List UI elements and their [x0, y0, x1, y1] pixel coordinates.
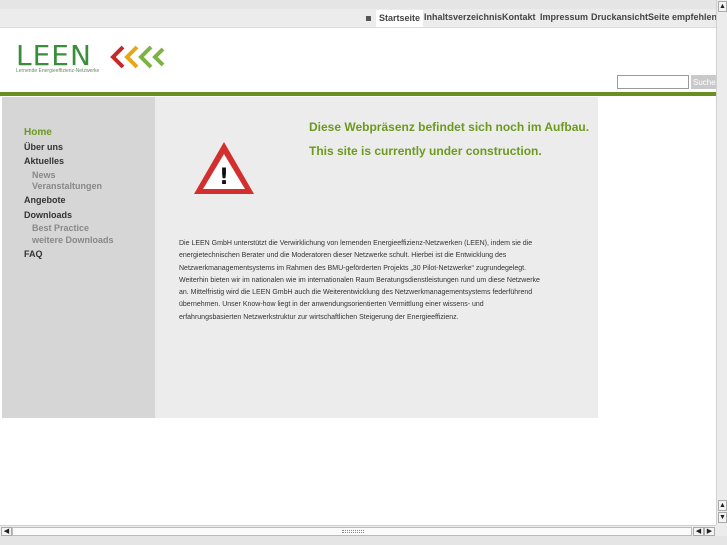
intro-line: Netzwerkmanagementsystems im Rahmen des …: [179, 264, 527, 272]
intro-line: Die LEEN GmbH unterstützt die Verwirklic…: [179, 240, 533, 247]
sidebar-subitem-best-practice[interactable]: Best Practice: [32, 223, 89, 233]
header-divider: [0, 92, 716, 96]
sidebar-item-angebote[interactable]: Angebote: [24, 195, 66, 205]
scroll-grip-icon: [342, 530, 364, 533]
intro-line: an. Mittelfristig wird die LEEN GmbH auc…: [179, 289, 533, 297]
scroll-left-icon[interactable]: ◀: [1, 527, 12, 536]
scroll-left-secondary-icon[interactable]: ◀: [693, 527, 704, 536]
nav-kontakt[interactable]: Kontakt: [502, 12, 536, 22]
browser-viewport: Startseite Inhaltsverzeichnis Kontakt Im…: [0, 0, 716, 525]
scroll-up-icon[interactable]: ▲: [718, 1, 727, 12]
top-navigation: Startseite Inhaltsverzeichnis Kontakt Im…: [0, 9, 716, 28]
nav-druckansicht[interactable]: Druckansicht: [591, 12, 648, 22]
intro-line: Weiterhin bieten wir im nationalen wie i…: [179, 276, 540, 284]
sidebar-subitem-veranstaltungen[interactable]: Veranstaltungen: [32, 181, 102, 191]
sidebar-item-downloads[interactable]: Downloads: [24, 210, 72, 220]
headline-german: Diese Webpräsenz befindet sich noch im A…: [309, 120, 590, 134]
warning-exclamation: !: [219, 165, 229, 190]
bottom-strip: [0, 536, 727, 545]
sidebar-item-ueber-uns[interactable]: Über uns: [24, 142, 63, 152]
horizontal-scroll-thumb[interactable]: [12, 527, 692, 536]
leen-logo[interactable]: LEEN Lernende Energieeffizienz-Netzwerke: [16, 39, 165, 76]
intro-line: erfahrungsbasierten Netzwerkstruktur zur…: [179, 313, 459, 321]
nav-inhaltsverzeichnis[interactable]: Inhaltsverzeichnis: [424, 12, 502, 22]
search-button[interactable]: Suche: [691, 75, 716, 89]
sidebar-subitem-weitere-downloads[interactable]: weitere Downloads: [32, 235, 114, 245]
intro-line: übernehmen. Unser Know-how liegt in der …: [179, 301, 484, 309]
sidebar-item-faq[interactable]: FAQ: [24, 249, 43, 259]
logo-word: LEEN: [16, 39, 92, 72]
main-content: ! Diese Webpräsenz befindet sich noch im…: [155, 97, 598, 418]
top-strip: [0, 0, 716, 9]
horizontal-scrollbar[interactable]: ◀ ◀ ▶: [0, 525, 716, 536]
scrollbar-corner: [716, 525, 727, 536]
sidebar-item-home[interactable]: Home: [24, 127, 52, 138]
vertical-scrollbar[interactable]: ▲ ▲ ▼: [716, 0, 727, 525]
scroll-right-icon[interactable]: ▶: [704, 527, 715, 536]
sidebar-subitem-news[interactable]: News: [32, 170, 56, 180]
intro-line: energietechnischen Berater und die Moder…: [179, 252, 507, 260]
nav-seite-empfehlen[interactable]: Seite empfehlen: [648, 12, 716, 22]
headline-english: This site is currently under constructio…: [309, 144, 542, 158]
logo-chevrons-icon: [110, 45, 165, 69]
warning-triangle-icon: !: [194, 142, 254, 194]
intro-paragraph: Die LEEN GmbH unterstützt die Verwirklic…: [179, 238, 583, 324]
scroll-up-lower-icon[interactable]: ▲: [718, 500, 727, 511]
sidebar-item-aktuelles[interactable]: Aktuelles: [24, 156, 64, 166]
nav-bullet-icon: [366, 16, 371, 21]
logo-tagline: Lernende Energieeffizienz-Netzwerke: [16, 68, 100, 74]
scroll-down-icon[interactable]: ▼: [718, 512, 727, 523]
search-input[interactable]: [617, 75, 689, 89]
nav-impressum[interactable]: Impressum: [540, 12, 588, 22]
nav-startseite[interactable]: Startseite: [376, 10, 424, 27]
sidebar-navigation: Home Über uns Aktuelles News Veranstaltu…: [2, 97, 155, 418]
